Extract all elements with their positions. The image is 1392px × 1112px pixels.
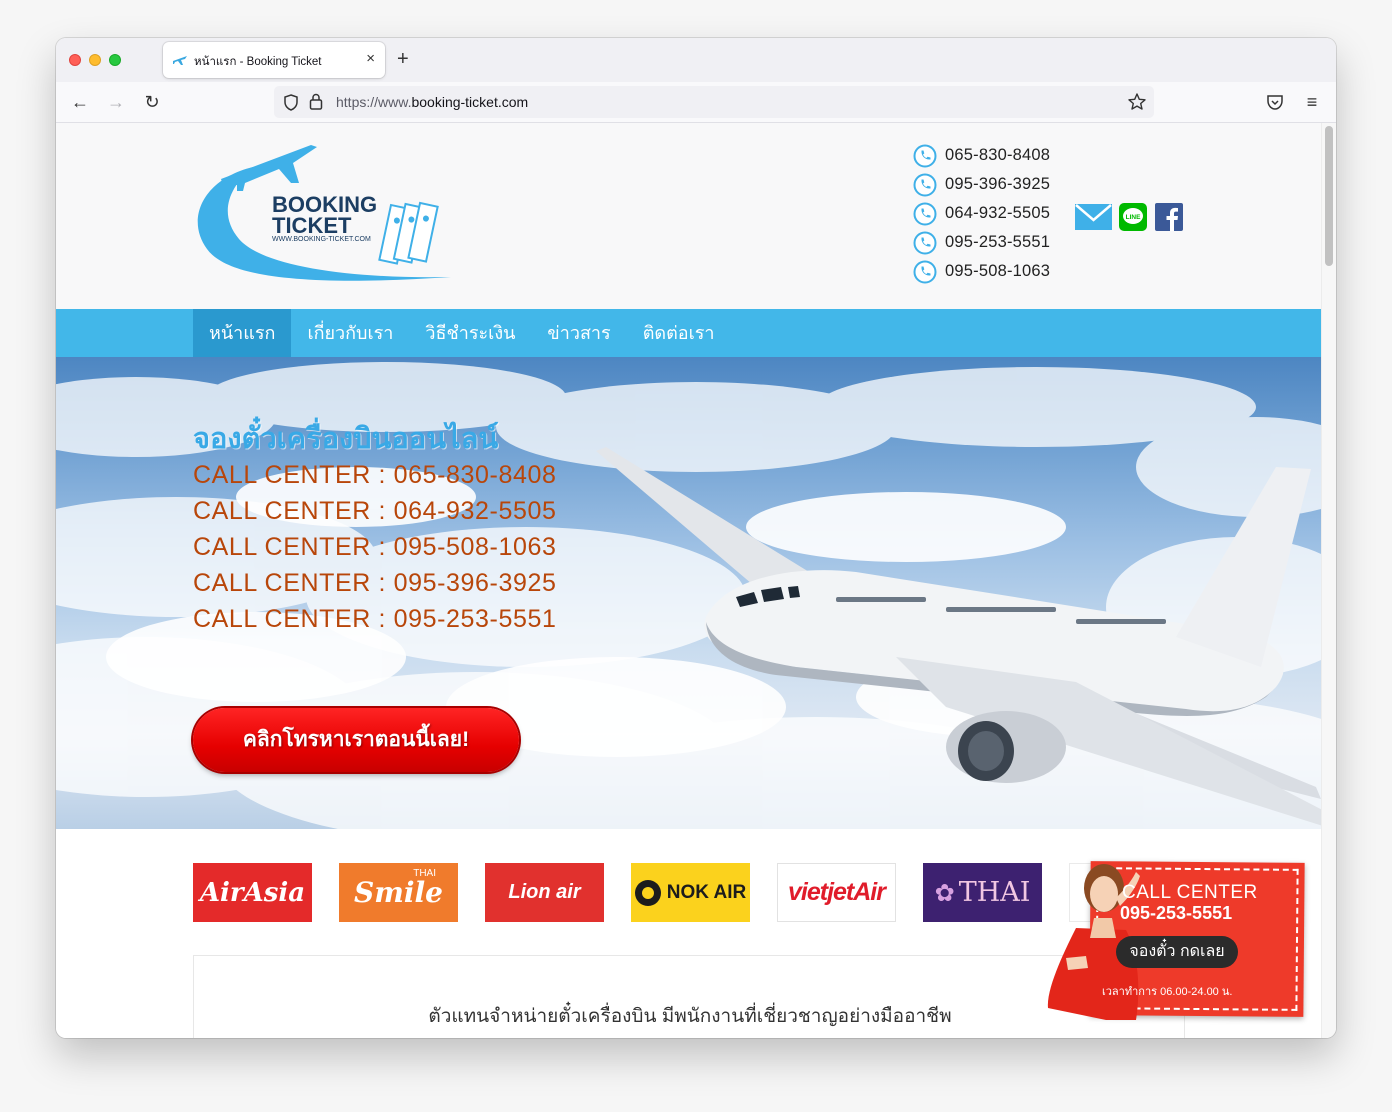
airplane-image (596, 447, 1321, 826)
url-prefix: https://www. (336, 94, 412, 110)
phone-icon (913, 202, 937, 225)
orchid-icon: ✿ (934, 878, 955, 907)
vietjet-logo[interactable]: vietjetAir (777, 863, 896, 922)
email-icon[interactable] (1075, 202, 1112, 232)
airline-logos: AirAsia THAI Smile Lion air NOK AIR viet… (193, 863, 1188, 922)
line-icon[interactable]: LINE (1118, 202, 1148, 232)
menu-item-news[interactable]: ข่าวสาร (531, 309, 626, 357)
badge-title: CALL CENTER (1122, 882, 1258, 903)
thai-smile-label: Smile (354, 876, 443, 909)
call-center-line[interactable]: CALL CENTER : 095-508-1063 (193, 529, 556, 565)
thai-airways-label: THAI (958, 877, 1031, 908)
phone-number: 095-253-5551 (945, 233, 1051, 251)
browser-window: หน้าแรก - Booking Ticket × + ← → ↻ https… (56, 38, 1336, 1038)
airplane-favicon-icon (173, 56, 187, 65)
call-now-button[interactable]: คลิกโทรหาเราตอนนี้เลย! (193, 708, 519, 772)
menu-items: หน้าแรก เกี่ยวกับเรา วิธีชำระเงิน ข่าวสา… (193, 309, 731, 357)
pocket-icon[interactable] (1266, 94, 1284, 111)
phone-row[interactable]: 065-830-8408 (913, 141, 1050, 170)
page-viewport: BOOKING TICKET WWW.BOOKING-TICKET.COM 06 (56, 123, 1321, 1038)
minimize-window-button[interactable] (89, 54, 101, 66)
call-center-line[interactable]: CALL CENTER : 065-830-8408 (193, 457, 556, 493)
forward-button[interactable]: → (105, 91, 127, 113)
thai-smile-small-label: THAI (413, 868, 436, 879)
zoom-window-button[interactable] (109, 54, 121, 66)
svg-text:WWW.BOOKING-TICKET.COM: WWW.BOOKING-TICKET.COM (272, 236, 371, 243)
nok-air-label: NOK AIR (666, 881, 747, 903)
phone-number: 064-932-5505 (945, 204, 1051, 222)
book-now-button[interactable]: จองตั๋ว กดเลย (1116, 936, 1238, 968)
phone-number: 095-508-1063 (945, 262, 1051, 280)
tab-close-icon[interactable]: × (366, 51, 375, 67)
hero-title: จองตั๋วเครื่องบินออนไลน์ (193, 423, 499, 455)
nok-bird-icon (634, 879, 661, 906)
intro-heading: ตัวแทนจำหน่ายตั๋วเครื่องบิน มีพนักงานที่… (428, 1006, 952, 1027)
address-bar[interactable]: https://www.booking-ticket.com (274, 86, 1154, 118)
main-menu: หน้าแรก เกี่ยวกับเรา วิธีชำระเงิน ข่าวสา… (56, 309, 1321, 357)
call-center-line[interactable]: CALL CENTER : 064-932-5505 (193, 493, 556, 529)
active-tab[interactable]: หน้าแรก - Booking Ticket × (163, 42, 385, 78)
hero-banner: จองตั๋วเครื่องบินออนไลน์ CALL CENTER : 0… (56, 357, 1321, 829)
thai-airways-logo[interactable]: ✿ THAI (923, 863, 1042, 922)
lock-icon[interactable] (309, 93, 323, 110)
phone-icon (913, 231, 937, 254)
phone-list: 065-830-8408 095-396-3925 064-932-5505 0… (913, 141, 1050, 286)
call-center-line[interactable]: CALL CENTER : 095-396-3925 (193, 565, 556, 601)
url-text[interactable]: https://www.booking-ticket.com (336, 94, 528, 110)
phone-row[interactable]: 095-508-1063 (913, 257, 1050, 286)
badge-phone: 095-253-5551 (1120, 903, 1233, 923)
back-button[interactable]: ← (69, 91, 91, 113)
shield-icon[interactable] (283, 94, 299, 111)
badge-hours: เวลาทำการ 06.00-24.00 น. (1102, 986, 1233, 998)
call-center-list: CALL CENTER : 065-830-8408 CALL CENTER :… (193, 457, 556, 637)
phone-row[interactable]: 095-253-5551 (913, 228, 1050, 257)
thai-smile-logo[interactable]: THAI Smile (339, 863, 458, 922)
phone-icon (913, 144, 937, 167)
floating-call-badge[interactable]: CALL CENTER 095-253-5551 จองตั๋ว กดเลย เ… (1046, 858, 1308, 1020)
url-host: booking-ticket.com (411, 94, 529, 110)
call-center-line[interactable]: CALL CENTER : 095-253-5551 (193, 601, 556, 637)
app-menu-button[interactable]: ≡ (1301, 91, 1323, 113)
airasia-logo[interactable]: AirAsia (193, 863, 312, 922)
tab-title: หน้าแรก - Booking Ticket (194, 56, 322, 68)
new-tab-button[interactable]: + (397, 48, 409, 70)
phone-row[interactable]: 064-932-5505 (913, 199, 1050, 228)
menu-item-home[interactable]: หน้าแรก (193, 309, 292, 357)
phone-icon (913, 260, 937, 283)
svg-text:LINE: LINE (1126, 214, 1141, 221)
vertical-scrollbar[interactable] (1321, 123, 1336, 1038)
menu-item-about[interactable]: เกี่ยวกับเรา (291, 309, 409, 357)
facebook-icon[interactable] (1154, 202, 1184, 232)
scrollbar-thumb[interactable] (1325, 126, 1333, 266)
social-links: LINE (1075, 202, 1184, 232)
lion-air-logo[interactable]: Lion air (485, 863, 604, 922)
bookmark-star-icon[interactable] (1127, 92, 1147, 112)
tab-strip: หน้าแรก - Booking Ticket × + (56, 38, 1336, 82)
site-header: BOOKING TICKET WWW.BOOKING-TICKET.COM 06 (56, 123, 1321, 309)
nok-air-logo[interactable]: NOK AIR (631, 863, 750, 922)
intro-section: ตัวแทนจำหน่ายตั๋วเครื่องบิน มีพนักงานที่… (193, 955, 1185, 1038)
phone-icon (913, 173, 937, 196)
svg-text:TICKET: TICKET (272, 213, 352, 238)
phone-number: 065-830-8408 (945, 146, 1051, 164)
menu-item-contact[interactable]: ติดต่อเรา (627, 309, 731, 357)
menu-item-payment[interactable]: วิธีชำระเงิน (409, 309, 531, 357)
phone-number: 095-396-3925 (945, 175, 1051, 193)
phone-row[interactable]: 095-396-3925 (913, 170, 1050, 199)
close-window-button[interactable] (69, 54, 81, 66)
booking-ticket-logo[interactable]: BOOKING TICKET WWW.BOOKING-TICKET.COM (193, 139, 458, 289)
reload-button[interactable]: ↻ (141, 91, 163, 113)
navigation-bar: ← → ↻ https://www.booking-ticket.com ≡ (56, 82, 1336, 123)
